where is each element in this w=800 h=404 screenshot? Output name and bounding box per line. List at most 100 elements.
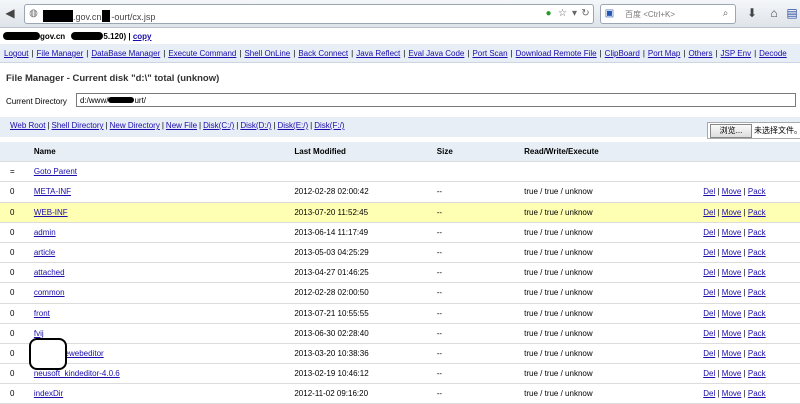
- dropdown-icon[interactable]: ▾: [569, 8, 580, 19]
- row-rwx: true / true / unknow: [524, 383, 704, 404]
- file-name-link[interactable]: common: [34, 288, 65, 297]
- reload-icon[interactable]: ↻: [580, 8, 591, 19]
- addon-icon[interactable]: ▤: [785, 6, 799, 20]
- menu-item-others[interactable]: Others: [688, 49, 712, 58]
- row-size: --: [436, 202, 525, 223]
- go-icon[interactable]: ●: [543, 8, 554, 19]
- link-disk-e-[interactable]: Disk(E:/): [278, 121, 309, 130]
- menu-item-clipboard[interactable]: ClipBoard: [605, 49, 640, 58]
- row-actions: Del | Move | Pack: [703, 262, 800, 284]
- del-link[interactable]: Del: [703, 369, 715, 378]
- pack-link[interactable]: Pack: [748, 248, 766, 257]
- home-icon[interactable]: ⌂: [767, 6, 781, 20]
- row-size: --: [436, 343, 525, 365]
- move-link[interactable]: Move: [722, 208, 742, 217]
- menu-item-logout[interactable]: Logout: [4, 49, 28, 58]
- link-disk-f-[interactable]: Disk(F:/): [314, 121, 344, 130]
- row-actions: Del | Move | Pack: [703, 242, 800, 264]
- file-upload[interactable]: 浏览... 未选择文件。: [707, 122, 800, 139]
- file-name-link[interactable]: WEB-INF: [34, 208, 68, 217]
- goto-parent-link[interactable]: Goto Parent: [34, 167, 77, 176]
- move-link[interactable]: Move: [722, 309, 742, 318]
- server-info: gov.cn 5.120) | copy: [3, 31, 151, 41]
- file-name-link[interactable]: front: [34, 309, 50, 318]
- move-link[interactable]: Move: [722, 268, 742, 277]
- pack-link[interactable]: Pack: [748, 228, 766, 237]
- back-icon[interactable]: ◀: [3, 6, 17, 20]
- pack-link[interactable]: Pack: [748, 288, 766, 297]
- pack-link[interactable]: Pack: [748, 329, 766, 338]
- move-link[interactable]: Move: [722, 369, 742, 378]
- link-shell-directory[interactable]: Shell Directory: [52, 121, 104, 130]
- del-link[interactable]: Del: [703, 187, 715, 196]
- link-new-file[interactable]: New File: [166, 121, 197, 130]
- menu-item-eval-java-code[interactable]: Eval Java Code: [408, 49, 464, 58]
- browse-button[interactable]: 浏览...: [710, 124, 752, 138]
- row-size: --: [436, 242, 525, 264]
- row-modified: 2013-06-30 02:28:40: [294, 323, 437, 344]
- row-modified: 2013-06-14 11:17:49: [294, 222, 437, 243]
- menu-separator: |: [642, 49, 645, 58]
- bookmark-star-icon[interactable]: ☆: [557, 8, 568, 19]
- copy-link[interactable]: copy: [133, 32, 152, 41]
- server-suffix: 5.120) |: [103, 32, 131, 41]
- link-disk-d-[interactable]: Disk(D:/): [240, 121, 271, 130]
- link-new-directory[interactable]: New Directory: [110, 121, 160, 130]
- search-box[interactable]: ▣ 百度 <Ctrl+K> ⌕: [600, 4, 736, 24]
- address-bar[interactable]: ◍ .gov.cn -ourt/cx.jsp ● ☆ ▾ ↻: [24, 4, 594, 24]
- file-name-link[interactable]: META-INF: [34, 187, 71, 196]
- pack-link[interactable]: Pack: [748, 208, 766, 217]
- download-icon[interactable]: ⬇: [745, 6, 759, 20]
- move-link[interactable]: Move: [722, 248, 742, 257]
- row-actions: Del | Move | Pack: [703, 383, 800, 404]
- del-link[interactable]: Del: [703, 349, 715, 358]
- row-rwx: true / true / unknow: [524, 181, 704, 203]
- file-name-link[interactable]: fvij: [34, 329, 44, 338]
- del-link[interactable]: Del: [703, 329, 715, 338]
- row-index: 0: [0, 323, 30, 344]
- menu-item-decode[interactable]: Decode: [759, 49, 787, 58]
- del-link[interactable]: Del: [703, 248, 715, 257]
- del-link[interactable]: Del: [703, 309, 715, 318]
- del-link[interactable]: Del: [703, 228, 715, 237]
- move-link[interactable]: Move: [722, 329, 742, 338]
- pack-link[interactable]: Pack: [748, 349, 766, 358]
- menu-item-java-reflect[interactable]: Java Reflect: [356, 49, 400, 58]
- menu-item-jsp-env[interactable]: JSP Env: [721, 49, 752, 58]
- link-web-root[interactable]: Web Root: [10, 121, 45, 130]
- del-link[interactable]: Del: [703, 268, 715, 277]
- menu-item-shell-online[interactable]: Shell OnLine: [244, 49, 290, 58]
- file-name-link[interactable]: admin: [34, 228, 56, 237]
- server-domain: gov.cn: [40, 32, 66, 41]
- menu-item-port-scan[interactable]: Port Scan: [472, 49, 507, 58]
- row-size: --: [436, 383, 525, 404]
- row-actions: Del | Move | Pack: [703, 363, 800, 385]
- move-link[interactable]: Move: [722, 228, 742, 237]
- menu-item-file-manager[interactable]: File Manager: [37, 49, 84, 58]
- search-engine-icon[interactable]: ▣: [604, 8, 615, 19]
- move-link[interactable]: Move: [722, 349, 742, 358]
- row-rwx: true / true / unknow: [524, 363, 704, 385]
- menu-item-back-connect[interactable]: Back Connect: [298, 49, 348, 58]
- link-disk-c-[interactable]: Disk(C:/): [203, 121, 234, 130]
- pack-link[interactable]: Pack: [748, 268, 766, 277]
- menu-separator: |: [599, 49, 602, 58]
- table-row: 0 fvij 2013-06-30 02:28:40 -- true / true / …: [0, 323, 800, 344]
- row-modified: 2013-07-20 11:52:45: [294, 202, 437, 223]
- del-link[interactable]: Del: [703, 288, 715, 297]
- menu-item-database-manager[interactable]: DataBase Manager: [91, 49, 160, 58]
- pack-link[interactable]: Pack: [748, 309, 766, 318]
- move-link[interactable]: Move: [722, 187, 742, 196]
- pack-link[interactable]: Pack: [748, 369, 766, 378]
- del-link[interactable]: Del: [703, 208, 715, 217]
- menu-item-execute-command[interactable]: Execute Command: [168, 49, 236, 58]
- pack-link[interactable]: Pack: [748, 187, 766, 196]
- file-name-link[interactable]: neusoft_kindeditor-4.0.6: [34, 369, 120, 378]
- move-link[interactable]: Move: [722, 288, 742, 297]
- menu-item-download-remote-file[interactable]: Download Remote File: [516, 49, 597, 58]
- menu-item-port-map[interactable]: Port Map: [648, 49, 680, 58]
- search-icon[interactable]: ⌕: [720, 8, 731, 19]
- file-name-link[interactable]: attached: [34, 268, 65, 277]
- file-name-link[interactable]: article: [34, 248, 55, 257]
- current-directory-input[interactable]: d:/www/urt/: [76, 93, 796, 107]
